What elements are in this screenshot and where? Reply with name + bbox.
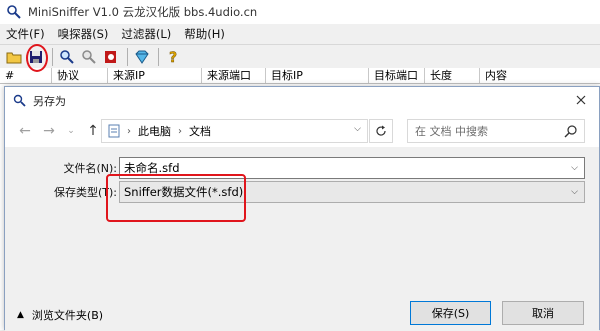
menu-help[interactable]: 帮助(H)	[184, 26, 225, 42]
column-header-dst-port[interactable]: 目标端口	[369, 68, 425, 83]
navigation-bar: ← → ⌄ ↑ › 此电脑 › 文档 ⌵ 在 文档 中搜索	[5, 115, 599, 147]
title-bar: MiniSniffer V1.0 云龙汉化版 bbs.4udio.cn	[0, 0, 600, 24]
magnifier-app-icon	[7, 5, 21, 19]
toolbar: ?	[0, 44, 600, 68]
breadcrumb-this-pc[interactable]: 此电脑	[138, 123, 171, 139]
search-placeholder: 在 文档 中搜索	[415, 125, 488, 138]
documents-folder-icon	[108, 124, 120, 138]
chevron-up-icon: ▲	[17, 310, 24, 320]
close-icon[interactable]	[573, 92, 589, 108]
column-header-dst-ip[interactable]: 目标IP	[266, 68, 369, 83]
chevron-down-icon[interactable]: ⌵	[571, 187, 578, 197]
breadcrumb-documents[interactable]: 文档	[189, 123, 211, 139]
chevron-right-icon: ›	[178, 125, 182, 137]
stop-icon[interactable]	[101, 47, 121, 67]
forward-arrow-icon[interactable]: →	[39, 121, 59, 141]
dialog-title: 另存为	[33, 95, 66, 108]
help-icon[interactable]: ?	[163, 47, 183, 67]
cancel-button[interactable]: 取消	[502, 301, 584, 325]
menu-file[interactable]: 文件(F)	[6, 26, 45, 42]
svg-text:?: ?	[169, 50, 177, 65]
address-bar[interactable]: › 此电脑 › 文档 ⌵	[101, 119, 368, 143]
back-arrow-icon[interactable]: ←	[15, 121, 35, 141]
column-header-src-ip[interactable]: 来源IP	[108, 68, 202, 83]
menu-filter[interactable]: 过滤器(L)	[121, 26, 171, 42]
chevron-right-icon: ›	[127, 125, 131, 137]
filter-gem-icon[interactable]	[132, 47, 152, 67]
column-header-src-port[interactable]: 来源端口	[202, 68, 266, 83]
search-icon[interactable]	[57, 47, 77, 67]
fields-panel: 文件名(N): 未命名.sfd ⌵ 保存类型(T): Sniffer数据文件(*…	[5, 147, 599, 295]
dialog-app-icon	[13, 94, 26, 107]
column-header-content[interactable]: 内容	[480, 68, 600, 83]
toolbar-separator	[52, 47, 53, 66]
packet-list-header: # 协议 来源IP 来源端口 目标IP 目标端口 长度 内容	[0, 68, 600, 84]
save-as-dialog: 另存为 ← → ⌄ ↑ › 此电脑 › 文档 ⌵ 在 文档 中搜索 文件名(N)…	[4, 86, 600, 331]
search-disabled-icon[interactable]	[79, 47, 99, 67]
search-icon	[564, 125, 577, 138]
open-folder-icon[interactable]	[4, 47, 24, 67]
column-header-index[interactable]: #	[0, 68, 52, 83]
menu-sniffer[interactable]: 嗅探器(S)	[58, 26, 109, 42]
dialog-title-bar: 另存为	[5, 87, 599, 115]
filetype-highlight-box	[106, 174, 246, 222]
toolbar-separator	[158, 47, 159, 66]
refresh-button[interactable]	[369, 119, 393, 143]
browse-folders-label: 浏览文件夹(B)	[31, 309, 104, 322]
browse-folders-toggle[interactable]: ▲ 浏览文件夹(B)	[17, 307, 103, 323]
chevron-down-icon[interactable]: ⌵	[571, 163, 578, 173]
up-arrow-icon[interactable]: ↑	[83, 121, 103, 141]
window-title: MiniSniffer V1.0 云龙汉化版 bbs.4udio.cn	[28, 5, 258, 19]
filetype-row: 保存类型(T): Sniffer数据文件(*.sfd) ⌵	[5, 181, 599, 203]
refresh-icon	[376, 125, 386, 136]
column-header-length[interactable]: 长度	[425, 68, 480, 83]
dialog-footer: ▲ 浏览文件夹(B) 保存(S) 取消	[5, 295, 599, 331]
save-button[interactable]: 保存(S)	[410, 301, 491, 325]
save-icon-highlight-oval	[26, 44, 48, 72]
recent-chevron-icon[interactable]: ⌄	[61, 121, 81, 141]
search-input[interactable]: 在 文档 中搜索	[407, 119, 585, 143]
chevron-down-icon[interactable]: ⌵	[354, 124, 361, 134]
column-header-protocol[interactable]: 协议	[52, 68, 108, 83]
filename-row: 文件名(N): 未命名.sfd ⌵	[5, 157, 599, 179]
toolbar-separator	[127, 47, 128, 66]
menu-bar: 文件(F) 嗅探器(S) 过滤器(L) 帮助(H)	[0, 24, 600, 44]
